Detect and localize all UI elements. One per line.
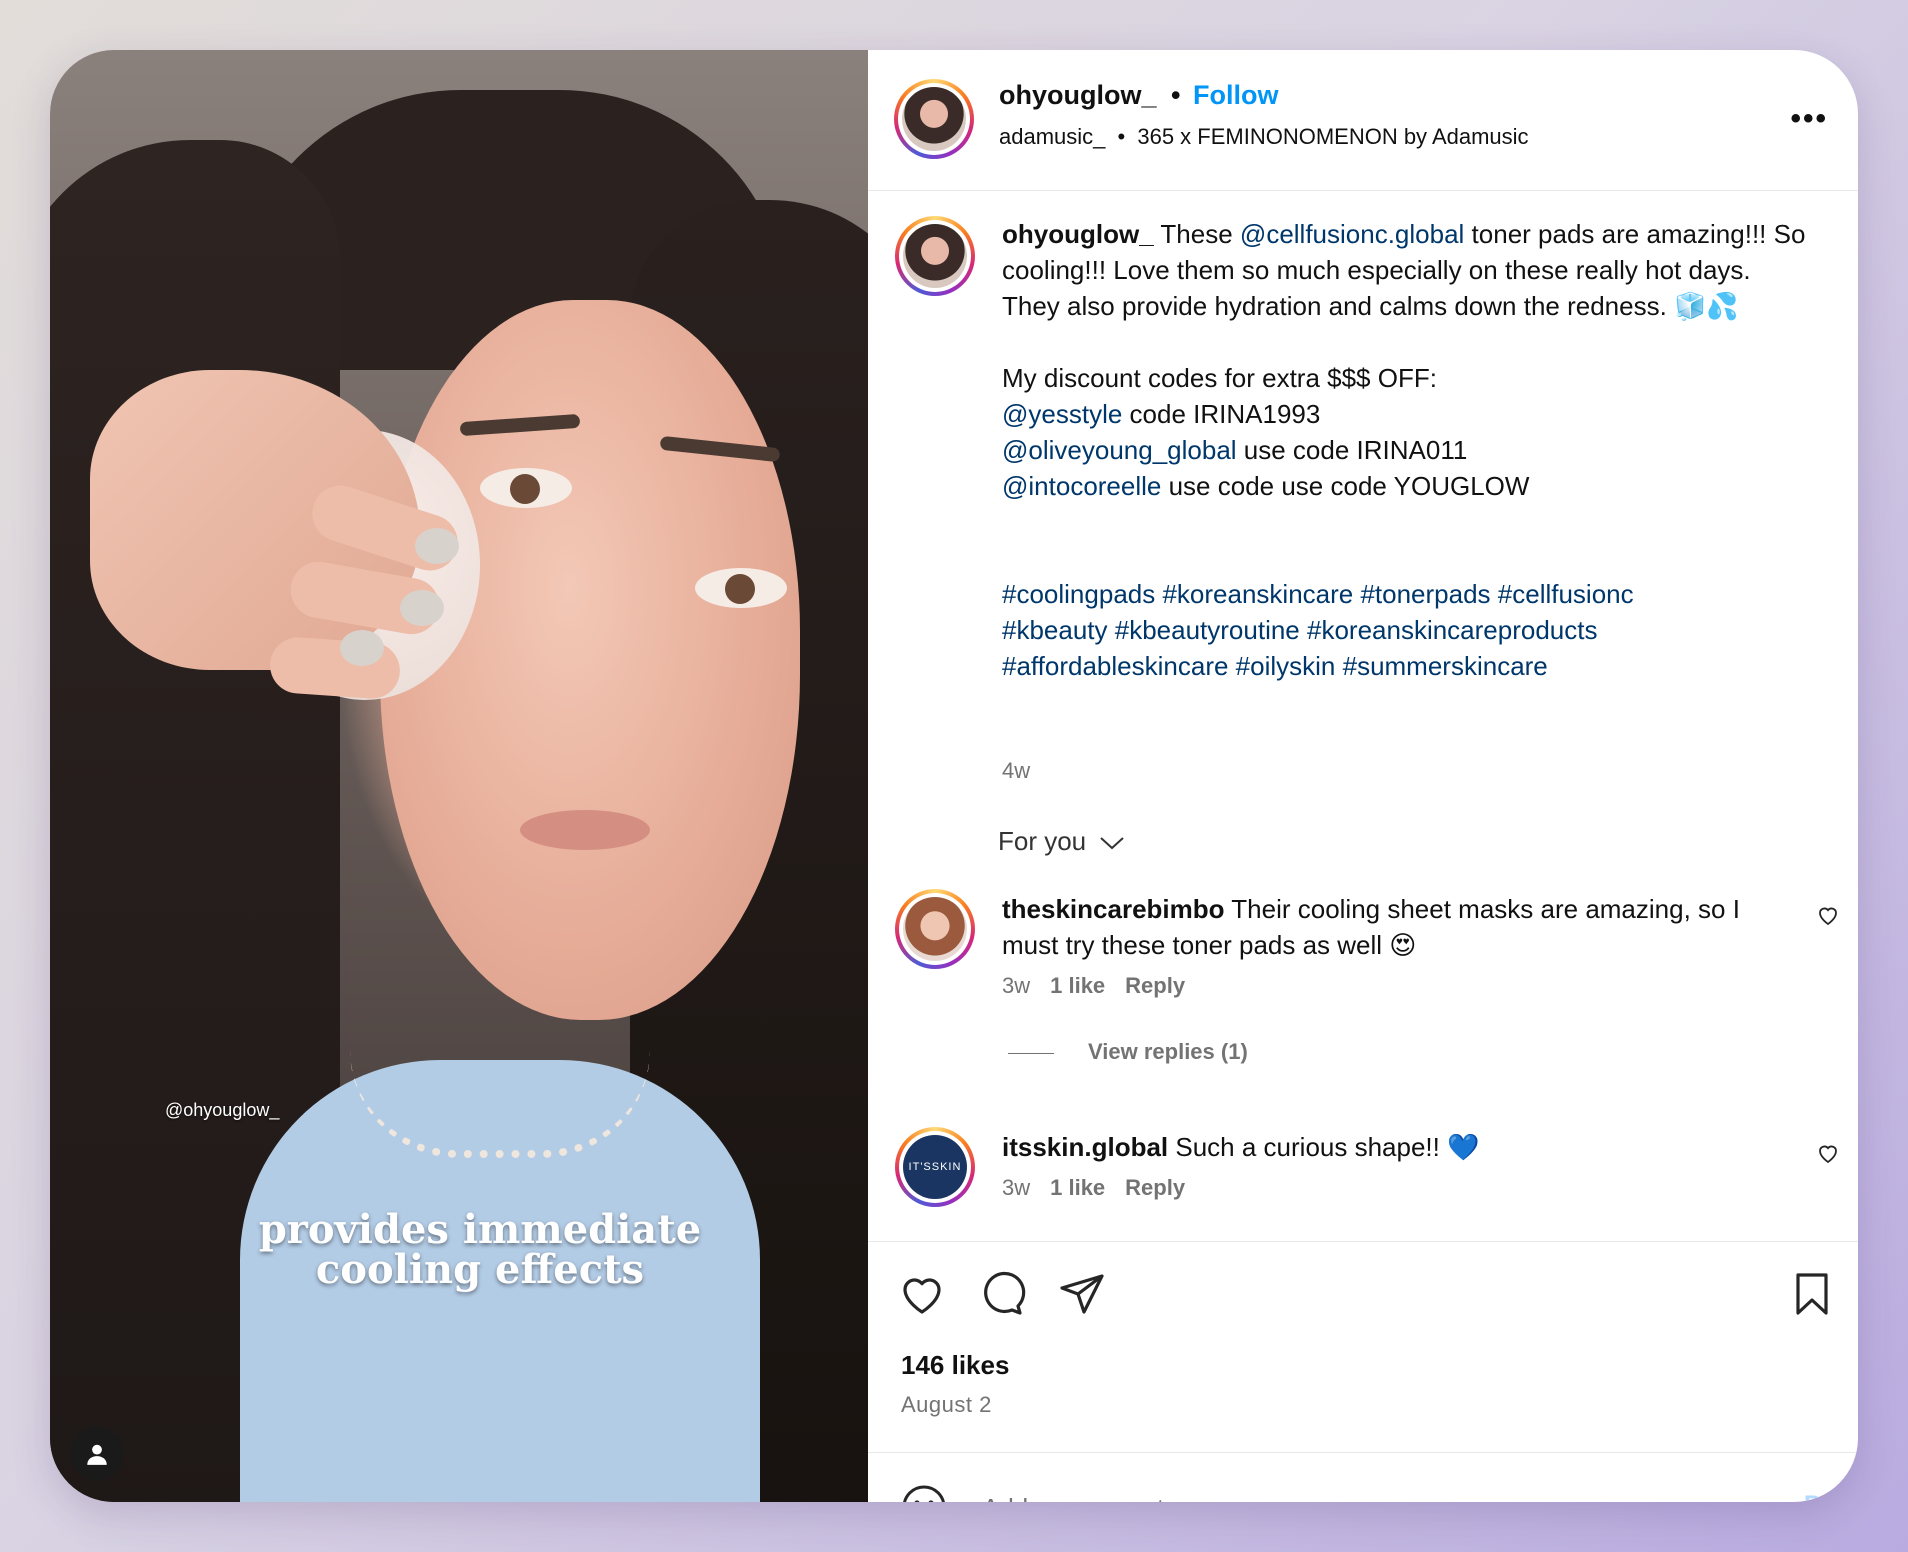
post-actions: 146 likes August 2: [868, 1241, 1858, 1452]
hashtags-line[interactable]: #affordableskincare #oilyskin #summerski…: [1002, 648, 1808, 684]
audio-info: adamusic_ • 365 x FEMINONOMENON by Adamu…: [999, 124, 1529, 150]
avatar-image: [903, 224, 967, 288]
user-silhouette-icon: [87, 1444, 107, 1465]
lips-shape: [520, 810, 650, 850]
comment-username[interactable]: itsskin.global: [1002, 1132, 1168, 1162]
like-heart-icon[interactable]: [898, 1270, 946, 1318]
more-options-icon[interactable]: •••: [1790, 102, 1828, 136]
nail-shape: [415, 528, 459, 564]
post-header: ohyouglow_ • Follow adamusic_ • 365 x FE…: [868, 50, 1858, 191]
avatar[interactable]: IT'SSKIN: [895, 1127, 975, 1207]
avatar[interactable]: [894, 79, 974, 159]
discount-line: @intocoreelle use code use code YOUGLOW: [1002, 468, 1808, 504]
comment-input[interactable]: [980, 1483, 1704, 1502]
mention-link[interactable]: @cellfusionc.global: [1240, 219, 1464, 249]
comment-text: theskincarebimbo Their cooling sheet mas…: [1002, 891, 1768, 963]
audio-title-link[interactable]: 365 x FEMINONOMENON by Adamusic: [1137, 124, 1528, 149]
comment-bubble-icon[interactable]: [978, 1270, 1026, 1318]
comments-feed[interactable]: ohyouglow_ These @cellfusionc.global ton…: [868, 191, 1858, 1241]
eye-shape: [480, 468, 572, 508]
comment-likes[interactable]: 1 like: [1050, 973, 1105, 998]
save-bookmark-icon[interactable]: [1788, 1270, 1836, 1318]
view-replies-button[interactable]: View replies (1): [1008, 1039, 1248, 1065]
discount-code-text: use code use code YOUGLOW: [1161, 471, 1530, 501]
video-caption: provides immediate cooling effects: [220, 1210, 740, 1290]
tagged-users-button[interactable]: [70, 1427, 124, 1481]
separator-dot: •: [1117, 124, 1126, 149]
discount-line: @yesstyle code IRINA1993: [1002, 396, 1808, 432]
avatar[interactable]: [895, 216, 975, 296]
post-comment-button[interactable]: Post: [1804, 1491, 1858, 1502]
post-side-panel: ohyouglow_ • Follow adamusic_ • 365 x FE…: [868, 50, 1858, 1502]
comment-username[interactable]: theskincarebimbo: [1002, 894, 1225, 924]
caption-age[interactable]: 4w: [1002, 758, 1030, 784]
comment-body: Such a curious shape!! 💙: [1168, 1132, 1480, 1162]
avatar-image: [903, 897, 967, 961]
eye-shape: [695, 568, 787, 608]
hashtags-line[interactable]: #coolingpads #koreanskincare #tonerpads …: [1002, 576, 1808, 612]
caption-text: ohyouglow_ These @cellfusionc.global ton…: [1002, 216, 1808, 684]
video-caption-line: provides immediate: [258, 1206, 702, 1253]
likes-count[interactable]: 146 likes: [901, 1350, 1009, 1381]
post-date[interactable]: August 2: [901, 1392, 992, 1418]
view-replies-label: View replies (1): [1088, 1039, 1248, 1064]
comment-likes[interactable]: 1 like: [1050, 1175, 1105, 1200]
comment-composer: Post: [868, 1452, 1858, 1502]
mention-link[interactable]: @oliveyoung_global: [1002, 435, 1237, 465]
caption-username[interactable]: ohyouglow_: [1002, 219, 1154, 249]
nail-shape: [400, 590, 444, 626]
follow-button[interactable]: Follow: [1193, 80, 1278, 111]
discount-heading: My discount codes for extra $$$ OFF:: [1002, 363, 1437, 393]
comment-age[interactable]: 3w: [1002, 973, 1030, 998]
avatar-image: IT'SSKIN: [903, 1135, 967, 1199]
post-video[interactable]: @ohyouglow_ provides immediate cooling e…: [50, 50, 868, 1502]
chevron-down-icon: [1100, 837, 1125, 850]
separator-dot: •: [1171, 80, 1181, 110]
post-dialog: @ohyouglow_ provides immediate cooling e…: [50, 50, 1858, 1502]
discount-line: @oliveyoung_global use code IRINA011: [1002, 432, 1808, 468]
video-watermark: @ohyouglow_: [165, 1100, 280, 1120]
avatar-image: [902, 87, 966, 151]
video-caption-line: cooling effects: [315, 1246, 645, 1293]
comment-text: itsskin.global Such a curious shape!! 💙: [1002, 1129, 1768, 1165]
hashtags-line[interactable]: #kbeauty #kbeautyroutine #koreanskincare…: [1002, 612, 1808, 648]
discount-code-text: code IRINA1993: [1122, 399, 1321, 429]
comment-meta: 3w 1 like Reply: [1002, 1175, 1185, 1201]
comment-age[interactable]: 3w: [1002, 1175, 1030, 1200]
reply-button[interactable]: Reply: [1125, 973, 1185, 998]
mention-link[interactable]: @intocoreelle: [1002, 471, 1161, 501]
like-comment-heart-icon[interactable]: [1816, 903, 1840, 927]
mention-link[interactable]: @yesstyle: [1002, 399, 1122, 429]
discount-code-text: use code IRINA011: [1236, 435, 1468, 465]
like-comment-heart-icon[interactable]: [1816, 1141, 1840, 1165]
author-username[interactable]: ohyouglow_: [999, 80, 1157, 111]
sort-label: For you: [998, 826, 1087, 856]
caption-fragment: These: [1153, 219, 1240, 249]
share-paper-plane-icon[interactable]: [1058, 1270, 1106, 1318]
comment-meta: 3w 1 like Reply: [1002, 973, 1185, 999]
divider: [1008, 1052, 1054, 1054]
audio-author-link[interactable]: adamusic_: [999, 124, 1105, 149]
emoji-smile-icon[interactable]: [900, 1483, 948, 1502]
nail-shape: [340, 630, 384, 666]
reply-button[interactable]: Reply: [1125, 1175, 1185, 1200]
comment-sort-dropdown[interactable]: For you: [998, 826, 1125, 857]
avatar[interactable]: [895, 889, 975, 969]
